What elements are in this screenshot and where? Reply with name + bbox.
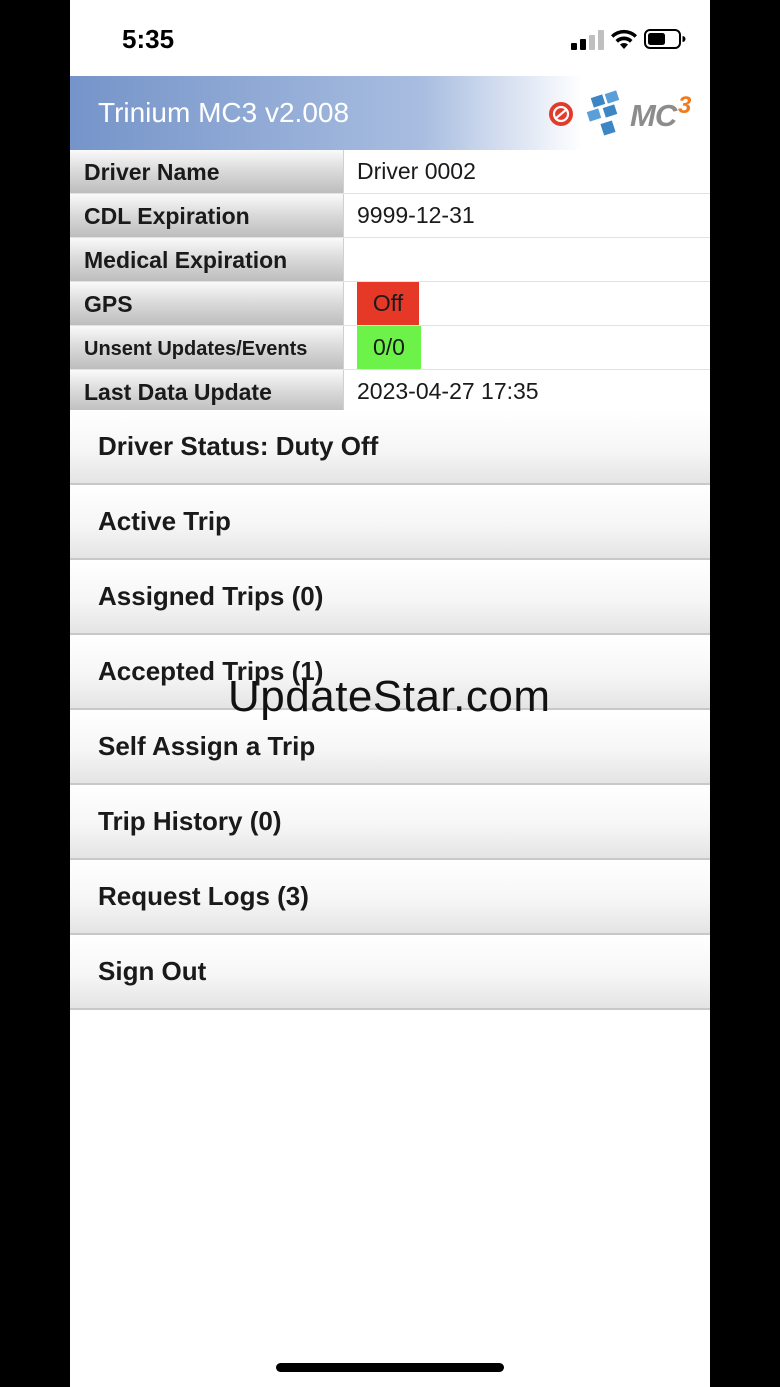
menu-item-active-trip[interactable]: Active Trip <box>70 485 710 560</box>
logo-text: MC <box>630 98 677 133</box>
info-label: Last Data Update <box>84 379 272 405</box>
menu-item-request-logs[interactable]: Request Logs (3) <box>70 860 710 935</box>
mc3-logo: MC 3 <box>586 90 700 138</box>
info-label: Medical Expiration <box>84 247 288 273</box>
menu-item-label: Driver Status: Duty Off <box>98 431 379 461</box>
wifi-icon <box>611 29 637 49</box>
cellular-signal-icon <box>571 30 604 50</box>
info-label: Unsent Updates/Events <box>84 338 308 360</box>
menu-item-trip-history[interactable]: Trip History (0) <box>70 785 710 860</box>
no-signal-alert-icon[interactable] <box>548 101 574 127</box>
logo-blocks-icon <box>586 90 620 136</box>
info-row-driver-name: Driver Name Driver 0002 <box>70 150 710 194</box>
info-value: 9999-12-31 <box>357 202 475 228</box>
menu-item-driver-status[interactable]: Driver Status: Duty Off <box>70 410 710 485</box>
info-label: GPS <box>84 291 133 317</box>
home-indicator[interactable] <box>276 1363 504 1372</box>
app-title: Trinium MC3 v2.008 <box>98 97 350 128</box>
logo-superscript: 3 <box>678 92 692 119</box>
info-row-cdl-expiration: CDL Expiration 9999-12-31 <box>70 194 710 238</box>
watermark: UpdateStar.com <box>228 672 551 721</box>
battery-icon <box>644 29 686 49</box>
status-bar: 5:35 <box>70 0 710 76</box>
info-value: Driver 0002 <box>357 158 476 184</box>
status-time: 5:35 <box>122 24 175 54</box>
gps-status-badge: Off <box>357 282 419 325</box>
app-header: Trinium MC3 v2.008 MC 3 <box>70 76 710 150</box>
menu-item-label: Request Logs (3) <box>98 881 309 911</box>
phone-screen: 5:35 Trinium MC3 v2.008 MC 3 Driver Name… <box>70 0 710 1387</box>
menu-item-label: Self Assign a Trip <box>98 731 316 761</box>
info-row-last-data-update: Last Data Update 2023-04-27 17:35 <box>70 370 710 414</box>
info-label-cell: GPS <box>70 282 344 325</box>
menu-item-label: Trip History (0) <box>98 806 282 836</box>
info-label-cell: Unsent Updates/Events <box>70 326 344 369</box>
info-row-gps: GPS Off <box>70 282 710 326</box>
info-row-unsent-updates: Unsent Updates/Events 0/0 <box>70 326 710 370</box>
info-label-cell: Last Data Update <box>70 370 344 413</box>
unsent-updates-badge: 0/0 <box>357 326 421 369</box>
info-label: Driver Name <box>84 159 220 185</box>
info-label: CDL Expiration <box>84 203 250 229</box>
info-value: 2023-04-27 17:35 <box>357 378 539 404</box>
menu-item-label: Active Trip <box>98 506 231 536</box>
info-row-medical-expiration: Medical Expiration <box>70 238 710 282</box>
driver-info-table: Driver Name Driver 0002 CDL Expiration 9… <box>70 150 710 414</box>
info-label-cell: Driver Name <box>70 150 344 193</box>
menu-item-sign-out[interactable]: Sign Out <box>70 935 710 1010</box>
menu-item-label: Assigned Trips (0) <box>98 581 324 611</box>
info-label-cell: CDL Expiration <box>70 194 344 237</box>
info-label-cell: Medical Expiration <box>70 238 344 281</box>
menu-item-label: Sign Out <box>98 956 207 986</box>
menu-item-assigned-trips[interactable]: Assigned Trips (0) <box>70 560 710 635</box>
